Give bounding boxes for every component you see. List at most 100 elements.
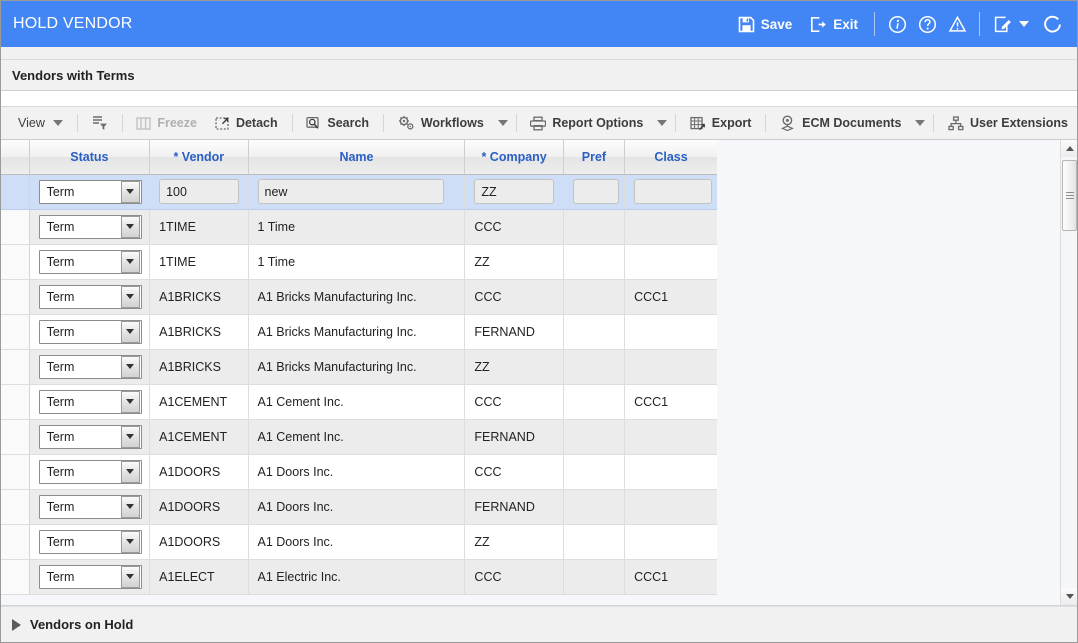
vendors-grid-area: Status * Vendor Name * Company Pref Clas… — [1, 140, 1077, 606]
toolbar-divider-3 — [291, 114, 293, 132]
warning-button[interactable] — [942, 10, 972, 38]
chevron-down-icon[interactable] — [120, 250, 140, 273]
ecm-documents-icon — [780, 115, 796, 131]
column-header-class[interactable]: Class — [624, 140, 717, 175]
row-selector-cell[interactable] — [1, 244, 30, 280]
row-selector-cell[interactable] — [1, 279, 30, 315]
status-select[interactable]: Term — [38, 459, 142, 484]
info-button[interactable] — [882, 10, 912, 38]
column-header-company[interactable]: * Company — [464, 140, 564, 175]
row-selector-cell[interactable] — [1, 209, 30, 245]
table-row[interactable]: Term 1TIME 1 Time ZZ — [1, 244, 717, 280]
section-header: Vendors with Terms — [1, 59, 1077, 91]
table-row[interactable]: Term A1BRICKS A1 Bricks Manufacturing Inc.… — [1, 349, 717, 385]
notes-dropdown-caret-icon[interactable] — [1019, 21, 1029, 27]
detach-filter-button[interactable] — [83, 110, 117, 136]
cell-name — [248, 174, 466, 210]
status-select[interactable]: Term — [38, 214, 142, 239]
search-button[interactable]: Search — [297, 110, 378, 136]
notes-button[interactable] — [987, 10, 1017, 38]
chevron-down-icon[interactable] — [120, 425, 140, 448]
status-select-value: Term — [46, 569, 75, 584]
column-header-vendor[interactable]: * Vendor — [149, 140, 249, 175]
cell-pref — [563, 209, 626, 245]
chevron-down-icon[interactable] — [120, 390, 140, 413]
row-selector-cell[interactable] — [1, 524, 30, 560]
ecm-documents-dropdown-button[interactable] — [910, 110, 928, 136]
grid-toolbar: View Freeze Detach Search Workflows Repo… — [1, 107, 1077, 140]
grid-header: Status * Vendor Name * Company Pref Clas… — [1, 140, 717, 175]
table-row[interactable]: Term A1DOORS A1 Doors Inc. ZZ — [1, 524, 717, 560]
pref-input[interactable] — [572, 179, 619, 204]
chevron-down-icon[interactable] — [120, 355, 140, 378]
row-selector-cell[interactable] — [1, 314, 30, 350]
row-selector-cell[interactable] — [1, 489, 30, 525]
column-header-pref[interactable]: Pref — [563, 140, 626, 175]
scroll-up-button[interactable] — [1061, 140, 1077, 157]
column-header-status[interactable]: Status — [29, 140, 151, 175]
user-extensions-button[interactable]: User Extensions — [939, 110, 1077, 136]
company-input[interactable] — [474, 179, 555, 204]
chevron-down-icon[interactable] — [120, 215, 140, 238]
scrollbar-thumb[interactable] — [1062, 160, 1077, 231]
report-options-dropdown-button[interactable] — [652, 110, 670, 136]
status-select[interactable]: Term — [38, 389, 142, 414]
chevron-down-icon[interactable] — [120, 495, 140, 518]
chevron-down-icon — [52, 120, 63, 126]
refresh-button[interactable] — [1037, 10, 1067, 38]
report-options-button[interactable]: Report Options — [521, 110, 652, 136]
table-row[interactable]: Term A1ELECT A1 Electric Inc. CCC CCC1 — [1, 559, 717, 595]
vendors-on-hold-section[interactable]: Vendors on Hold — [1, 606, 1077, 642]
table-row[interactable]: Term — [1, 174, 717, 210]
status-select[interactable]: Term — [38, 249, 142, 274]
chevron-down-icon[interactable] — [120, 460, 140, 483]
help-button[interactable] — [912, 10, 942, 38]
class-input[interactable] — [634, 179, 713, 204]
status-select[interactable]: Term — [38, 529, 142, 554]
chevron-down-icon[interactable] — [120, 530, 140, 553]
table-row[interactable]: Term 1TIME 1 Time CCC — [1, 209, 717, 245]
exit-button[interactable]: Exit — [801, 12, 867, 37]
chevron-down-icon[interactable] — [120, 180, 140, 203]
chevron-down-icon[interactable] — [120, 285, 140, 308]
cell-name: A1 Cement Inc. — [248, 384, 466, 420]
vendor-input[interactable] — [159, 179, 240, 204]
triangle-up-icon — [1065, 146, 1074, 151]
table-row[interactable]: Term A1CEMENT A1 Cement Inc. FERNAND — [1, 419, 717, 455]
name-input[interactable] — [257, 179, 444, 204]
row-selector-cell[interactable] — [1, 559, 30, 595]
row-selector-cell[interactable] — [1, 419, 30, 455]
status-select[interactable]: Term — [38, 424, 142, 449]
table-row[interactable]: Term A1BRICKS A1 Bricks Manufacturing Inc.… — [1, 314, 717, 350]
status-select[interactable]: Term — [38, 284, 142, 309]
table-row[interactable]: Term A1CEMENT A1 Cement Inc. CCC CCC1 — [1, 384, 717, 420]
row-selector-cell[interactable] — [1, 454, 30, 490]
workflows-dropdown-button[interactable] — [493, 110, 511, 136]
status-select[interactable]: Term — [38, 354, 142, 379]
cell-company: ZZ — [464, 524, 564, 560]
row-selector-cell[interactable] — [1, 174, 30, 210]
export-button[interactable]: Export — [681, 110, 761, 136]
cell-company: FERNAND — [464, 489, 564, 525]
header-gap — [1, 47, 1077, 59]
chevron-down-icon[interactable] — [120, 565, 140, 588]
table-row[interactable]: Term A1DOORS A1 Doors Inc. CCC — [1, 454, 717, 490]
scroll-down-button[interactable] — [1061, 588, 1077, 605]
view-menu-button[interactable]: View — [9, 110, 72, 136]
ecm-documents-button[interactable]: ECM Documents — [771, 110, 910, 136]
table-row[interactable]: Term A1BRICKS A1 Bricks Manufacturing Inc.… — [1, 279, 717, 315]
row-selector-cell[interactable] — [1, 349, 30, 385]
chevron-down-icon — [915, 120, 926, 126]
save-button[interactable]: Save — [729, 12, 802, 37]
column-header-name[interactable]: Name — [248, 140, 466, 175]
status-select[interactable]: Term — [38, 564, 142, 589]
grid-vertical-scrollbar[interactable] — [1060, 140, 1077, 605]
workflows-button[interactable]: Workflows — [389, 110, 493, 136]
status-select[interactable]: Term — [38, 179, 142, 204]
table-row[interactable]: Term A1DOORS A1 Doors Inc. FERNAND — [1, 489, 717, 525]
detach-button[interactable]: Detach — [206, 110, 287, 136]
row-selector-cell[interactable] — [1, 384, 30, 420]
status-select[interactable]: Term — [38, 319, 142, 344]
status-select[interactable]: Term — [38, 494, 142, 519]
chevron-down-icon[interactable] — [120, 320, 140, 343]
